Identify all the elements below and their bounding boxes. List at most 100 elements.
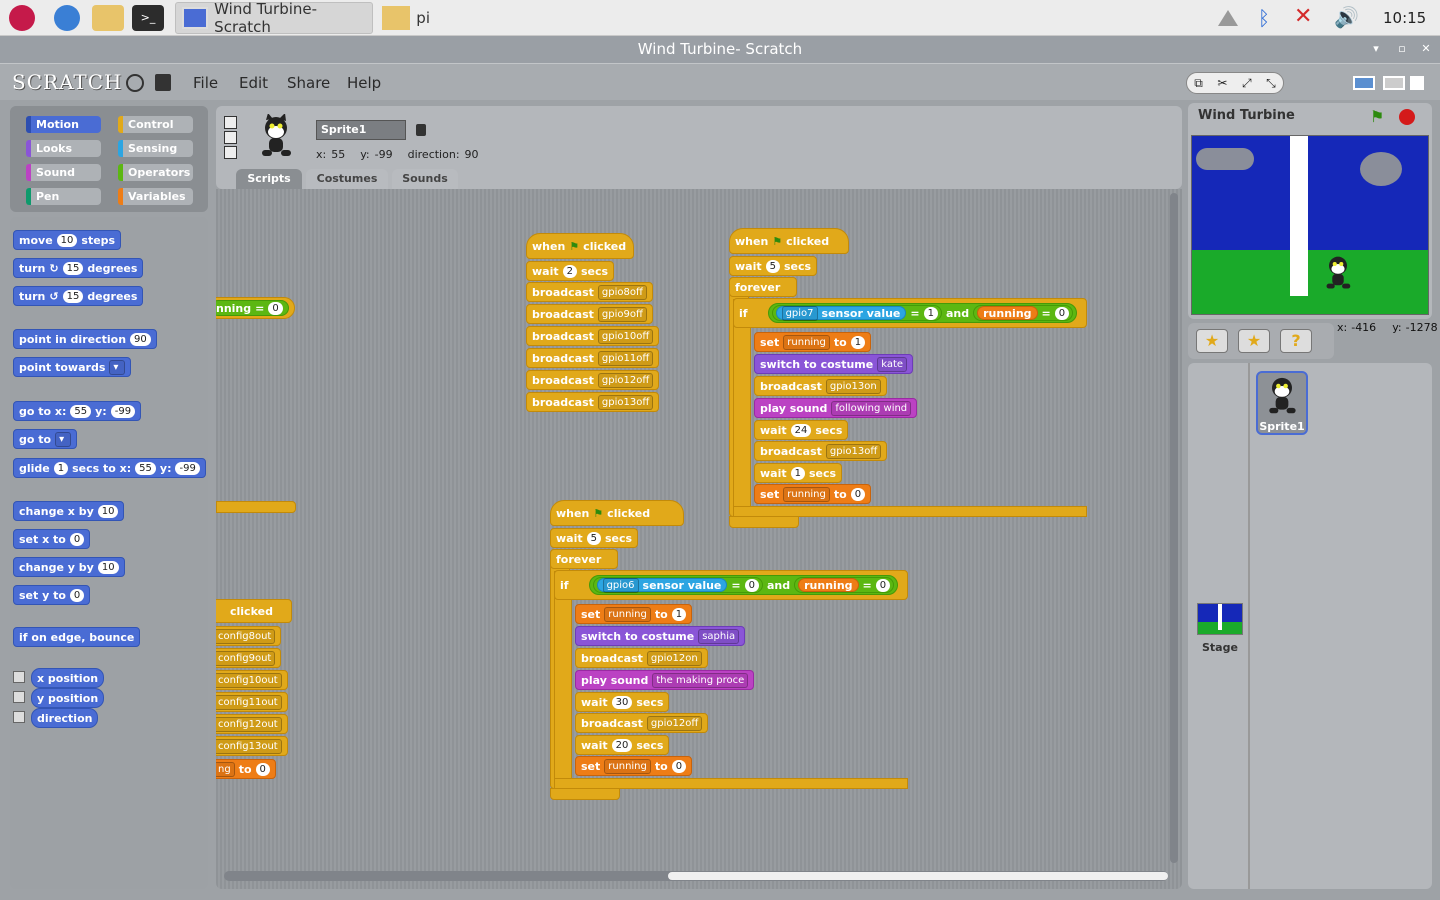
no-rotate-icon[interactable]: [224, 146, 237, 159]
browser-icon[interactable]: [54, 5, 80, 31]
stage-thumb[interactable]: [1197, 603, 1243, 635]
close-button[interactable]: ✕: [1420, 43, 1432, 55]
partial-broadcast-block[interactable]: config9out: [216, 648, 282, 668]
palette-move-block[interactable]: move 10 steps: [13, 230, 122, 250]
stop-button[interactable]: [1399, 109, 1415, 125]
partial-broadcast-block[interactable]: config13out: [216, 736, 288, 756]
choose-sprite-file-icon[interactable]: ★: [1238, 329, 1270, 353]
partial-loop-end[interactable]: [216, 501, 296, 513]
broadcast-block[interactable]: broadcast gpio11off: [526, 348, 660, 368]
maximize-button[interactable]: ▫: [1396, 43, 1408, 55]
palette-change-x-block[interactable]: change x by 10: [13, 501, 125, 521]
palette-glide-block[interactable]: glide 1 secs to x: 55 y: -99: [13, 458, 206, 478]
category-sensing[interactable]: Sensing: [118, 140, 193, 157]
wait-block[interactable]: wait 5 secs: [729, 256, 818, 276]
minimize-button[interactable]: ▾: [1370, 43, 1382, 55]
small-stage-icon[interactable]: [1353, 76, 1375, 90]
broadcast-block[interactable]: broadcast gpio10off: [526, 326, 660, 346]
partial-hat-block[interactable]: clicked: [216, 599, 292, 623]
broadcast-block[interactable]: broadcast gpio13on: [754, 376, 887, 396]
if-block[interactable]: if gpio6 sensor value = 0 and running = 0: [554, 570, 908, 600]
shrink-icon[interactable]: ⤡: [1266, 76, 1276, 91]
taskbar-task-scratch[interactable]: Wind Turbine- Scratch: [175, 0, 373, 36]
grow-icon[interactable]: ⤢: [1242, 76, 1252, 91]
lock-icon[interactable]: [416, 124, 426, 136]
switch-costume-block[interactable]: switch to costume kate: [754, 354, 914, 374]
switch-costume-block[interactable]: switch to costume saphia: [575, 626, 746, 646]
rotate-all-around-icon[interactable]: [224, 116, 237, 129]
set-variable-block[interactable]: set running to 1: [754, 332, 872, 352]
menu-file[interactable]: File: [193, 74, 218, 92]
broadcast-block[interactable]: broadcast gpio13off: [754, 441, 888, 461]
if-c-block[interactable]: [733, 299, 751, 507]
menu-share[interactable]: Share: [287, 74, 330, 92]
palette-point-towards-block[interactable]: point towards ▾: [13, 357, 132, 377]
tab-sounds[interactable]: Sounds: [392, 169, 458, 189]
palette-point-direction-block[interactable]: point in direction 90: [13, 329, 157, 349]
sprite-name-field[interactable]: Sprite1: [316, 120, 406, 140]
if-c-block[interactable]: [554, 571, 572, 779]
when-flag-clicked-hat[interactable]: when ⚑ clicked: [729, 228, 849, 254]
delete-scissors-icon[interactable]: ✂: [1217, 76, 1227, 90]
palette-turn-ccw-block[interactable]: turn ↺ 15 degrees: [13, 286, 144, 306]
horizontal-scrollbar[interactable]: [224, 871, 1168, 881]
category-motion[interactable]: Motion: [26, 116, 101, 133]
if-block[interactable]: if gpio7 sensor value = 1 and running = 0: [733, 298, 1087, 328]
set-variable-block[interactable]: set running to 1: [575, 604, 693, 624]
category-sound[interactable]: Sound: [26, 164, 101, 181]
forever-block[interactable]: forever: [729, 277, 797, 297]
palette-turn-cw-block[interactable]: turn ↻ 15 degrees: [13, 258, 144, 278]
stage-canvas[interactable]: [1191, 135, 1429, 315]
category-pen[interactable]: Pen: [26, 188, 101, 205]
script-area[interactable]: nning = 0 clicked config8out config9out co…: [216, 189, 1182, 889]
palette-set-x-block[interactable]: set x to 0: [13, 529, 91, 549]
bluetooth-icon[interactable]: ᛒ: [1258, 6, 1270, 30]
save-disk-icon[interactable]: [155, 74, 171, 91]
partial-broadcast-block[interactable]: config10out: [216, 670, 288, 690]
terminal-icon[interactable]: >_: [132, 5, 164, 31]
tab-scripts[interactable]: Scripts: [236, 169, 302, 189]
category-looks[interactable]: Looks: [26, 140, 101, 157]
wait-block[interactable]: wait 1 secs: [754, 463, 843, 483]
menu-edit[interactable]: Edit: [239, 74, 268, 92]
when-flag-clicked-hat[interactable]: when ⚑ clicked: [526, 233, 634, 259]
wait-block[interactable]: wait 2 secs: [526, 261, 615, 281]
yposition-checkbox[interactable]: [13, 691, 25, 703]
wait-block[interactable]: wait 5 secs: [550, 528, 639, 548]
when-flag-clicked-hat[interactable]: when ⚑ clicked: [550, 500, 684, 526]
palette-bounce-block[interactable]: if on edge, bounce: [13, 627, 141, 647]
xposition-checkbox[interactable]: [13, 671, 25, 683]
wait-block[interactable]: wait 24 secs: [754, 420, 849, 440]
palette-set-y-block[interactable]: set y to 0: [13, 585, 91, 605]
volume-icon[interactable]: 🔊: [1334, 5, 1359, 29]
broadcast-block[interactable]: broadcast gpio12off: [575, 713, 709, 733]
set-variable-block[interactable]: set running to 0: [754, 484, 872, 504]
category-control[interactable]: Control: [118, 116, 193, 133]
raspberry-menu-icon[interactable]: [9, 5, 35, 31]
eject-icon[interactable]: [1218, 10, 1238, 26]
broadcast-block[interactable]: broadcast gpio13off: [526, 392, 660, 412]
category-operators[interactable]: Operators: [118, 164, 193, 181]
green-flag-button[interactable]: ⚑: [1370, 107, 1384, 126]
direction-checkbox[interactable]: [13, 711, 25, 723]
tab-costumes[interactable]: Costumes: [306, 169, 388, 189]
category-variables[interactable]: Variables: [118, 188, 193, 205]
palette-direction-reporter[interactable]: direction: [31, 708, 99, 728]
menu-help[interactable]: Help: [347, 74, 381, 92]
random-sprite-icon[interactable]: ?: [1280, 329, 1312, 353]
partial-broadcast-block[interactable]: config11out: [216, 692, 288, 712]
broadcast-block[interactable]: broadcast gpio8off: [526, 282, 653, 302]
set-variable-block[interactable]: set running to 0: [575, 756, 693, 776]
partial-set-block[interactable]: ng to 0: [216, 759, 276, 779]
partial-broadcast-block[interactable]: config12out: [216, 714, 288, 734]
taskbar-task-pi[interactable]: pi: [376, 2, 436, 34]
forever-block[interactable]: forever: [550, 549, 618, 569]
broadcast-block[interactable]: broadcast gpio9off: [526, 304, 653, 324]
vertical-scrollbar[interactable]: [1170, 193, 1178, 863]
partial-broadcast-block[interactable]: config8out: [216, 626, 282, 646]
normal-stage-icon[interactable]: [1383, 76, 1405, 90]
language-globe-icon[interactable]: [126, 74, 144, 92]
paint-new-sprite-icon[interactable]: ★: [1196, 329, 1228, 353]
clock[interactable]: 10:15: [1383, 9, 1426, 27]
palette-yposition-reporter[interactable]: y position: [31, 688, 105, 708]
